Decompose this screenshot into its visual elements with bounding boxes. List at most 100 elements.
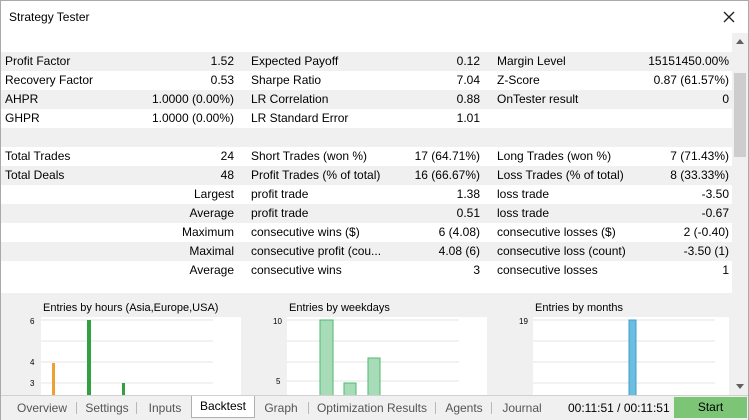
tab-separator — [435, 402, 436, 414]
stat-value: 1.38 — [456, 187, 480, 201]
bar-weekday — [343, 382, 357, 395]
tab-optimization-results[interactable]: Optimization Results — [311, 398, 433, 418]
stat-value: 7 (71.43%) — [670, 149, 729, 163]
vertical-scrollbar[interactable] — [732, 33, 748, 395]
stat-label: LR Correlation — [251, 92, 329, 106]
stat-group-label: Largest — [193, 187, 234, 201]
stat-group-label: Maximum — [181, 225, 234, 239]
scroll-up-icon[interactable] — [736, 39, 744, 44]
stat-value — [601, 109, 729, 128]
stat-value: -3.50 (1) — [683, 244, 729, 258]
backtest-stats-table: Profit Factor 1.52 Expected Payoff 0.12 … — [1, 33, 732, 280]
stat-value: 4.08 (6) — [438, 244, 480, 258]
stat-label: consecutive wins — [251, 263, 342, 277]
tab-separator — [76, 402, 77, 414]
stat-label: consecutive wins ($) — [251, 225, 360, 239]
stat-value: 0.88 — [456, 92, 480, 106]
stats-row: Recovery Factor 0.53 Sharpe Ratio 7.04 Z… — [1, 71, 732, 90]
tester-tab-bar: Overview Settings Inputs Backtest Graph … — [1, 395, 748, 420]
strategy-tester-window: Strategy Tester Profit Factor 1.52 Expec… — [0, 0, 749, 420]
tab-agents[interactable]: Agents — [438, 398, 490, 418]
tab-inputs[interactable]: Inputs — [140, 398, 190, 418]
y-tick-label: 3 — [30, 379, 35, 388]
tab-settings[interactable]: Settings — [79, 398, 135, 418]
stat-value: 0.53 — [210, 73, 234, 87]
y-tick-label: 10 — [273, 317, 282, 326]
bar-europe — [122, 383, 125, 395]
entries-by-hours-chart: Entries by hours (Asia,Europe,USA) 6 4 3 — [1, 293, 245, 395]
stat-group-label: Average — [189, 263, 234, 277]
bar-europe — [87, 320, 91, 395]
close-button[interactable] — [716, 4, 742, 30]
tab-separator — [491, 402, 492, 414]
stats-row: Average consecutive wins 3 consecutive l… — [1, 261, 732, 280]
stat-value: 48 — [220, 168, 234, 182]
stats-row: GHPR 1.0000 (0.00%) LR Standard Error 1.… — [1, 109, 732, 128]
title-bar: Strategy Tester — [1, 1, 748, 33]
stats-row: Maximal consecutive profit (cou... 4.08 … — [1, 242, 732, 261]
tab-backtest[interactable]: Backtest — [191, 396, 255, 418]
stat-value: 15151450.00% — [648, 54, 729, 68]
entries-by-weekdays-plot: 10 5 — [273, 317, 487, 395]
stat-group-label: Maximal — [189, 244, 234, 258]
scroll-thumb[interactable] — [734, 73, 746, 157]
stats-row: Maximum consecutive wins ($) 6 (4.08) co… — [1, 223, 732, 242]
stat-value: 1.52 — [210, 54, 234, 68]
stat-label: Short Trades (won %) — [251, 149, 368, 163]
tab-journal[interactable]: Journal — [494, 398, 550, 418]
stat-value: 3 — [473, 263, 480, 277]
stat-value: -3.50 — [701, 187, 729, 201]
window-title: Strategy Tester — [9, 10, 90, 24]
stat-value: 8 (33.33%) — [670, 168, 729, 182]
stat-label: Sharpe Ratio — [251, 73, 322, 87]
stat-value: 7.04 — [456, 73, 480, 87]
backtest-content: Profit Factor 1.52 Expected Payoff 0.12 … — [1, 33, 732, 395]
stats-row: Total Deals 48 Profit Trades (% of total… — [1, 166, 732, 185]
plot-area — [287, 317, 487, 395]
elapsed-time: 00:11:51 / 00:11:51 — [568, 401, 670, 415]
stat-label: consecutive profit (cou... — [251, 244, 382, 258]
tab-separator — [136, 402, 137, 414]
entries-by-months-plot: 19 — [519, 317, 729, 395]
stats-row: Average profit trade 0.51 loss trade -0.… — [1, 204, 732, 223]
stat-label: Profit Trades (% of total) — [251, 168, 381, 182]
entries-by-hours-plot: 6 4 3 — [30, 317, 241, 395]
stats-row: Largest profit trade 1.38 loss trade -3.… — [1, 185, 732, 204]
entries-charts-area: Entries by hours (Asia,Europe,USA) 6 4 3 — [1, 293, 732, 395]
stats-row: Profit Factor 1.52 Expected Payoff 0.12 … — [1, 52, 732, 71]
tab-graph[interactable]: Graph — [257, 398, 305, 418]
stat-group-label: Average — [189, 206, 234, 220]
stats-spacer-top — [1, 33, 732, 52]
stat-value: 2 (-0.40) — [683, 225, 729, 239]
y-tick-label: 4 — [30, 358, 35, 367]
stat-label: LR Standard Error — [251, 111, 349, 125]
stat-value: 6 (4.08) — [438, 225, 480, 239]
start-button[interactable]: Start — [674, 397, 747, 418]
y-tick-label: 6 — [30, 317, 35, 326]
bar-weekday — [319, 319, 334, 395]
stats-spacer — [1, 128, 732, 147]
entries-by-months-chart: Entries by months 19 — [493, 293, 732, 395]
stat-value: 24 — [220, 149, 234, 163]
stats-row: AHPR 1.0000 (0.00%) LR Correlation 0.88 … — [1, 90, 732, 109]
stat-value: 0 — [722, 92, 729, 106]
tab-separator — [308, 402, 309, 414]
entries-by-weekdays-chart: Entries by weekdays 10 5 — [247, 293, 491, 395]
stat-label: profit trade — [251, 206, 309, 220]
y-tick-label: 19 — [519, 317, 528, 326]
y-tick-label: 5 — [276, 377, 281, 386]
stat-value: -0.67 — [701, 206, 729, 220]
stat-value: 16 (66.67%) — [414, 168, 480, 182]
stat-value: 0.51 — [456, 206, 480, 220]
stat-value: 0.12 — [456, 54, 480, 68]
scroll-down-icon[interactable] — [736, 384, 744, 389]
close-icon — [723, 11, 735, 23]
stats-row: Total Trades 24 Short Trades (won %) 17 … — [1, 147, 732, 166]
stat-value: 1 — [722, 263, 729, 277]
stat-label: profit trade — [251, 187, 309, 201]
stat-value: 1.0000 (0.00%) — [151, 111, 234, 125]
stat-value: 1.0000 (0.00%) — [151, 92, 234, 106]
tab-overview[interactable]: Overview — [9, 398, 75, 418]
bar-weekday — [367, 357, 381, 395]
stat-value: 17 (64.71%) — [414, 149, 480, 163]
